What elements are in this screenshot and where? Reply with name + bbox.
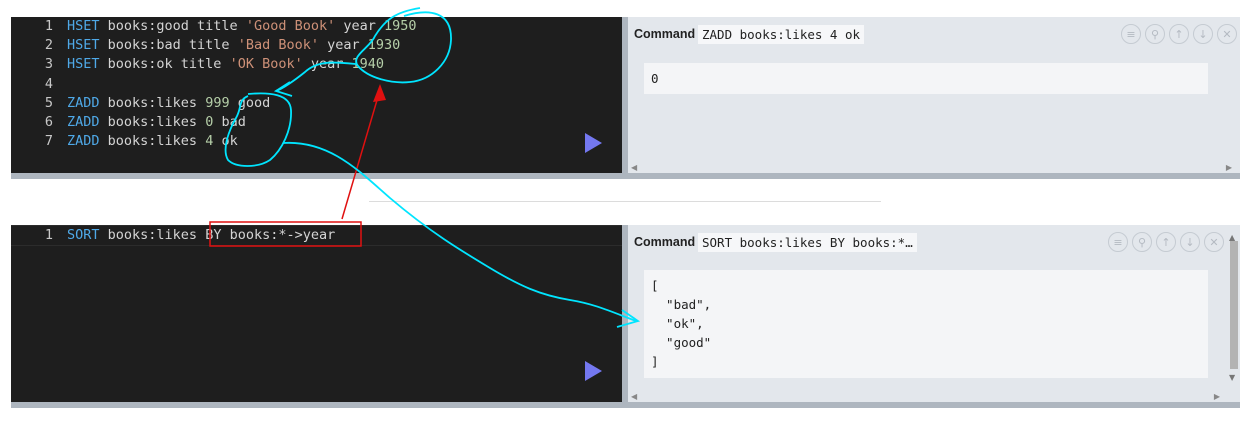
cyan-result-arrow: [282, 142, 637, 322]
cyan-year-loop: [355, 7, 452, 84]
red-arrow-line: [341, 89, 381, 220]
cyan-arrow-line: [275, 61, 357, 92]
annotation-overlay: [209, 7, 641, 328]
highlight-box: [209, 221, 362, 247]
red-arrow-head: [373, 84, 386, 102]
cyan-likes-loop: [224, 92, 292, 167]
